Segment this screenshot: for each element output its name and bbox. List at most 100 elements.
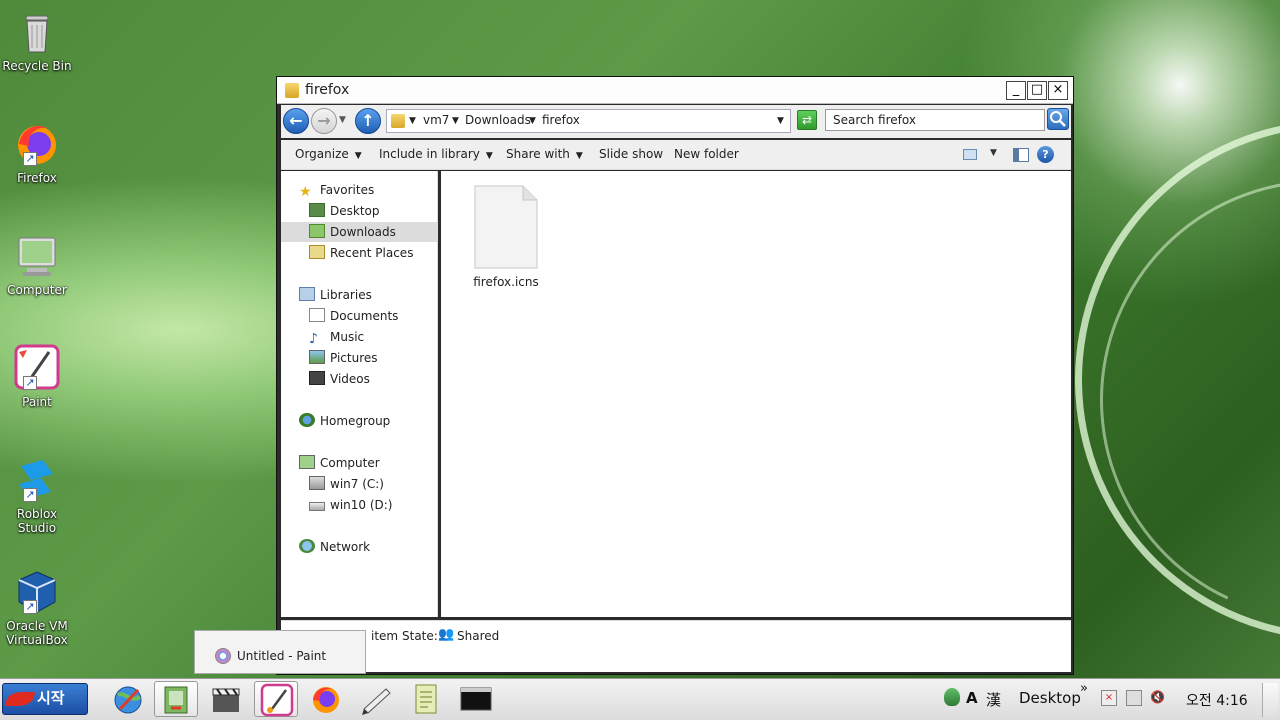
nav-network[interactable]: Network bbox=[299, 537, 370, 557]
explorer-icon bbox=[164, 686, 188, 714]
back-button[interactable]: ← bbox=[283, 108, 309, 134]
breadcrumb-chevron-icon[interactable]: ▼ bbox=[452, 116, 459, 126]
nav-computer[interactable]: Computer bbox=[299, 453, 380, 473]
terminal-icon bbox=[460, 687, 492, 711]
nav-downloads[interactable]: Downloads bbox=[309, 222, 396, 242]
new-folder-button[interactable]: New folder bbox=[674, 147, 739, 161]
star-icon: ★ bbox=[299, 184, 312, 200]
breadcrumb-item[interactable]: vm7 bbox=[423, 113, 449, 127]
search-input[interactable]: Search firefox bbox=[825, 109, 1045, 131]
breadcrumb-item[interactable]: firefox bbox=[542, 113, 580, 127]
nav-music[interactable]: ♪ Music bbox=[309, 327, 364, 347]
recent-pages-chevron-icon[interactable]: ▼ bbox=[339, 115, 346, 125]
up-button[interactable]: ↑ bbox=[355, 108, 381, 134]
videos-icon bbox=[309, 371, 325, 385]
breadcrumb-item[interactable]: Downloads bbox=[465, 113, 531, 127]
taskbar-terminal-button[interactable] bbox=[454, 681, 498, 717]
shortcut-arrow-icon: ↗ bbox=[23, 600, 37, 614]
state-label: State: bbox=[402, 629, 438, 643]
file-item[interactable] bbox=[473, 184, 539, 270]
taskbar-movie-maker-button[interactable] bbox=[204, 681, 248, 717]
firefox-icon bbox=[313, 687, 339, 713]
taskbar-notepad-button[interactable] bbox=[404, 681, 448, 717]
taskbar-firefox-button[interactable] bbox=[304, 681, 348, 717]
chevron-down-icon: ▼ bbox=[575, 151, 583, 161]
nav-videos[interactable]: Videos bbox=[309, 369, 370, 389]
desktop-icon-recycle-bin[interactable]: Recycle Bin bbox=[2, 8, 72, 73]
chevron-down-icon: ▼ bbox=[354, 151, 362, 161]
slide-show-button[interactable]: Slide show bbox=[599, 147, 663, 161]
pen-icon bbox=[362, 688, 391, 715]
globe-icon bbox=[114, 686, 142, 714]
change-view-icon[interactable] bbox=[963, 149, 977, 160]
downloads-icon bbox=[309, 224, 325, 238]
desktop-icon-computer[interactable]: Computer bbox=[2, 232, 72, 297]
taskbar: 시작 A 漢 Desktop » × 🔇 오전 4:16 bbox=[0, 678, 1280, 720]
share-with-button[interactable]: Share with ▼ bbox=[506, 147, 583, 161]
minimize-button[interactable]: _ bbox=[1006, 81, 1026, 100]
desktop-icon-roblox-studio[interactable]: ↗ Roblox Studio bbox=[2, 456, 72, 535]
paint-icon: ↗ bbox=[13, 344, 61, 392]
nav-drive-d[interactable]: win10 (D:) bbox=[309, 495, 392, 515]
libraries-icon bbox=[299, 287, 315, 301]
desktop-icon-label: Roblox bbox=[16, 507, 58, 521]
start-button[interactable]: 시작 bbox=[2, 683, 88, 715]
network-tray-icon[interactable] bbox=[1126, 690, 1142, 706]
explorer-window[interactable]: firefox _ □ × ← → ▼ ↑ ▼ vm7 ▼ Downloads … bbox=[276, 76, 1074, 675]
refresh-icon[interactable]: ⇄ bbox=[797, 110, 817, 130]
popup-label[interactable]: Untitled - Paint bbox=[237, 649, 326, 663]
close-button[interactable]: × bbox=[1048, 81, 1068, 100]
address-dropdown-icon[interactable]: ▼ bbox=[777, 116, 784, 126]
virtualbox-icon: ↗ bbox=[13, 568, 61, 616]
include-in-library-button[interactable]: Include in library ▼ bbox=[379, 147, 493, 161]
ime-mode-indicator[interactable]: A bbox=[966, 689, 978, 707]
file-list[interactable]: firefox.icns bbox=[441, 171, 1071, 617]
preview-pane-icon[interactable] bbox=[1013, 148, 1029, 162]
help-icon[interactable]: ? bbox=[1037, 146, 1054, 163]
network-icon bbox=[299, 539, 315, 553]
desktop-toolbar[interactable]: Desktop bbox=[1019, 689, 1081, 707]
nav-pictures[interactable]: Pictures bbox=[309, 348, 378, 368]
desktop-icon-virtualbox[interactable]: ↗ Oracle VM VirtualBox bbox=[2, 568, 72, 647]
taskbar-editor-button[interactable] bbox=[354, 681, 398, 717]
volume-muted-icon[interactable]: 🔇 bbox=[1150, 690, 1166, 706]
shortcut-arrow-icon: ↗ bbox=[23, 488, 37, 502]
view-options-chevron-icon[interactable]: ▼ bbox=[990, 148, 997, 158]
desktop-icon-firefox[interactable]: ↗ Firefox bbox=[2, 120, 72, 185]
chevron-down-icon: ▼ bbox=[485, 151, 493, 161]
language-bar-icon[interactable] bbox=[944, 688, 960, 706]
taskbar-paint-button[interactable] bbox=[254, 681, 298, 717]
nav-drive-c[interactable]: win7 (C:) bbox=[309, 474, 384, 494]
ime-hanja-indicator[interactable]: 漢 bbox=[986, 689, 1001, 710]
show-desktop-button[interactable] bbox=[1262, 683, 1278, 717]
address-bar[interactable]: ▼ vm7 ▼ Downloads ▼ firefox ▼ bbox=[386, 109, 791, 133]
nav-homegroup[interactable]: Homegroup bbox=[299, 411, 390, 431]
desktop-icon bbox=[309, 203, 325, 217]
nav-libraries[interactable]: Libraries bbox=[299, 285, 372, 305]
search-icon[interactable] bbox=[1047, 108, 1069, 130]
start-logo-icon bbox=[4, 692, 36, 706]
nav-documents[interactable]: Documents bbox=[309, 306, 398, 326]
taskbar-thumbnail-popup[interactable]: Untitled - Paint bbox=[194, 630, 366, 674]
breadcrumb-chevron-icon[interactable]: ▼ bbox=[529, 116, 536, 126]
desktop-icon-paint[interactable]: ↗ Paint bbox=[2, 344, 72, 409]
window-titlebar[interactable]: firefox _ □ × bbox=[277, 77, 1073, 104]
homegroup-icon bbox=[299, 413, 315, 427]
desktop-icon-label: Firefox bbox=[17, 171, 57, 185]
nav-favorites[interactable]: ★ Favorites bbox=[299, 180, 374, 200]
taskbar-browser-button[interactable] bbox=[106, 681, 150, 717]
nav-recent-places[interactable]: Recent Places bbox=[309, 243, 413, 263]
taskbar-explorer-button[interactable] bbox=[154, 681, 198, 717]
action-center-icon[interactable]: × bbox=[1101, 690, 1117, 706]
maximize-button[interactable]: □ bbox=[1027, 81, 1047, 100]
document-file-icon bbox=[474, 185, 538, 269]
details-pane: item State: 👥 Shared bbox=[281, 620, 1071, 672]
file-name[interactable]: firefox.icns bbox=[461, 275, 551, 289]
organize-button[interactable]: Organize ▼ bbox=[295, 147, 362, 161]
breadcrumb-chevron-icon[interactable]: ▼ bbox=[409, 116, 416, 126]
toolbar-expand-icon[interactable]: » bbox=[1080, 681, 1088, 696]
address-row: ← → ▼ ↑ ▼ vm7 ▼ Downloads ▼ firefox ▼ ⇄ … bbox=[281, 105, 1071, 138]
clock[interactable]: 오전 4:16 bbox=[1186, 690, 1248, 710]
nav-desktop[interactable]: Desktop bbox=[309, 201, 380, 221]
forward-button[interactable]: → bbox=[311, 108, 337, 134]
